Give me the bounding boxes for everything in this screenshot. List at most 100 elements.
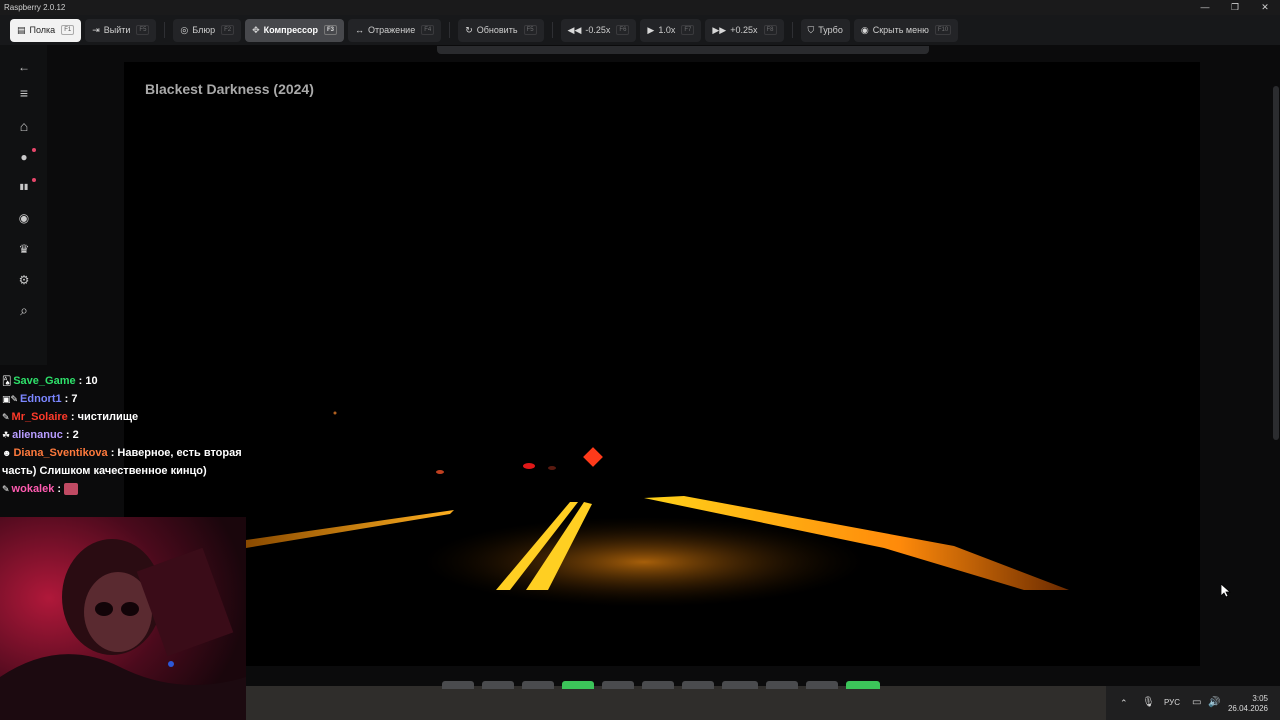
- tail-light: [548, 466, 556, 470]
- toolbar-divider: [449, 22, 451, 38]
- toolbar-divider: [551, 22, 553, 38]
- page-tab[interactable]: [642, 681, 674, 689]
- restore-button[interactable]: ❐: [1220, 0, 1250, 15]
- chat-text: 2: [72, 429, 79, 441]
- home-icon[interactable]: ⌂: [14, 116, 34, 136]
- compressor-icon: ✥: [252, 24, 260, 35]
- chat-message: ✎ Mr_Solaire : чистилище: [2, 411, 139, 423]
- search-icon[interactable]: ⌕: [14, 300, 34, 320]
- exit-button[interactable]: ⇥ Выйти F5: [85, 18, 157, 42]
- page-tab[interactable]: [602, 681, 634, 689]
- clock-time: 3:05: [1252, 694, 1268, 703]
- chat-username: Ednort1: [20, 393, 62, 405]
- exit-label: Выйти: [103, 25, 131, 35]
- speed-up-hotkey: F8: [763, 25, 777, 35]
- distant-light: [436, 470, 444, 474]
- chat-text: чистилище: [77, 411, 139, 423]
- road-sign-light: [583, 447, 603, 467]
- rewind-icon: ◀◀: [567, 24, 582, 35]
- speed-up-button[interactable]: ▶▶ +0.25x F8: [705, 18, 784, 42]
- user-badge-icon: ✎: [2, 412, 10, 422]
- volume-icon[interactable]: 🔊: [1208, 686, 1220, 720]
- blur-hotkey: F2: [221, 25, 235, 35]
- notification-dot: [32, 148, 36, 152]
- toolbar-divider: [791, 22, 793, 38]
- tray-chevron-icon[interactable]: ⌃: [1120, 686, 1128, 720]
- user-badge-icon: ▣✎: [2, 394, 19, 404]
- chat-message: ▣✎ Ednort1 : 7: [2, 393, 78, 405]
- exit-icon: ⇥: [92, 24, 100, 35]
- notification-dot: [32, 178, 36, 182]
- compass-icon[interactable]: ◉: [14, 208, 34, 228]
- chat-username: Diana_Sventikova: [13, 447, 108, 459]
- top-drag-handle[interactable]: [437, 46, 929, 54]
- page-tab[interactable]: [682, 681, 714, 689]
- refresh-hotkey: F5: [523, 25, 537, 35]
- shelf-hotkey: F1: [61, 25, 75, 35]
- back-arrow-icon[interactable]: ←: [14, 57, 34, 77]
- refresh-label: Обновить: [476, 25, 518, 35]
- shield-icon: ⛉: [807, 24, 815, 35]
- sidebar-item-fire[interactable]: ●: [14, 147, 36, 167]
- road-glow: [424, 517, 864, 607]
- page-tab[interactable]: [766, 681, 798, 689]
- page-scrollbar[interactable]: [1273, 86, 1279, 440]
- chat-text: 7: [71, 393, 78, 405]
- mirror-icon: ↔: [355, 25, 365, 35]
- page-tab[interactable]: [722, 681, 758, 689]
- fast-forward-icon: ▶▶: [712, 24, 727, 35]
- mirror-label: Отражение: [368, 25, 416, 35]
- gear-icon[interactable]: ⚙: [14, 270, 34, 290]
- film-title: Blackest Darkness (2024): [145, 81, 314, 97]
- bottom-panel: [246, 686, 1106, 720]
- webcam-image: [0, 517, 246, 720]
- shelf-label: Полка: [29, 25, 56, 35]
- toolbar-divider: [164, 22, 166, 38]
- book-icon: ▮▮: [19, 182, 29, 191]
- language-indicator[interactable]: РУС: [1164, 686, 1180, 720]
- blur-label: Блюр: [192, 25, 216, 35]
- emote-image: [64, 483, 79, 496]
- speed-reset-label: 1.0x: [658, 25, 676, 35]
- road-edge-left: [246, 510, 454, 548]
- eye-icon: ◉: [860, 24, 869, 35]
- video-player[interactable]: Blackest Darkness (2024): [124, 62, 1200, 666]
- page-tabs: [442, 681, 888, 689]
- speed-down-button[interactable]: ◀◀ -0.25x F6: [560, 18, 637, 42]
- page-tab-active[interactable]: [846, 681, 880, 689]
- refresh-button[interactable]: ↻ Обновить F5: [458, 18, 544, 42]
- speed-reset-button[interactable]: ▶ 1.0x F7: [640, 18, 702, 42]
- system-clock[interactable]: 3:05 26.04.2026: [1228, 694, 1268, 714]
- webcam-feed: [0, 517, 246, 720]
- chat-username: alienanuc: [12, 429, 63, 441]
- app-title: Raspberry 2.0.12: [4, 3, 66, 12]
- sidebar-item-library[interactable]: ▮▮: [14, 177, 36, 197]
- page-tab-active[interactable]: [562, 681, 594, 689]
- chat-username: wokalek: [11, 483, 55, 495]
- shelf-icon: ▤: [17, 24, 26, 35]
- hide-menu-button[interactable]: ◉ Скрыть меню F10: [853, 18, 959, 42]
- page-tab[interactable]: [482, 681, 514, 689]
- speed-down-label: -0.25x: [585, 25, 611, 35]
- trophy-icon[interactable]: ♛: [14, 239, 34, 259]
- blur-button[interactable]: ◎ Блюр F2: [173, 18, 242, 42]
- page-tab[interactable]: [522, 681, 554, 689]
- turbo-button[interactable]: ⛉ Турбо: [800, 18, 850, 42]
- minimize-button[interactable]: —: [1190, 0, 1220, 15]
- page-tab[interactable]: [442, 681, 474, 689]
- compressor-label: Компрессор: [263, 25, 319, 35]
- fire-icon: ●: [20, 150, 28, 164]
- close-button[interactable]: ✕: [1250, 0, 1280, 15]
- compressor-button[interactable]: ✥ Компрессор F3: [245, 18, 345, 42]
- mirror-button[interactable]: ↔ Отражение F4: [348, 18, 442, 42]
- hide-menu-label: Скрыть меню: [872, 25, 929, 35]
- menu-icon[interactable]: ≡: [14, 83, 34, 103]
- shelf-button[interactable]: ▤ Полка F1: [10, 18, 82, 42]
- chat-text: 10: [85, 375, 98, 387]
- chat-overlay: 🂡 Save_Game : 10 ▣✎ Ednort1 : 7 ✎ Mr_Solair…: [2, 372, 246, 498]
- page-tab[interactable]: [806, 681, 838, 689]
- toolbar: ▤ Полка F1 ⇥ Выйти F5 ◎ Блюр F2 ✥ Компре…: [0, 15, 1280, 45]
- network-icon[interactable]: ▭: [1192, 686, 1201, 720]
- microphone-icon[interactable]: 🎙: [1142, 686, 1155, 720]
- refresh-icon: ↻: [465, 24, 473, 35]
